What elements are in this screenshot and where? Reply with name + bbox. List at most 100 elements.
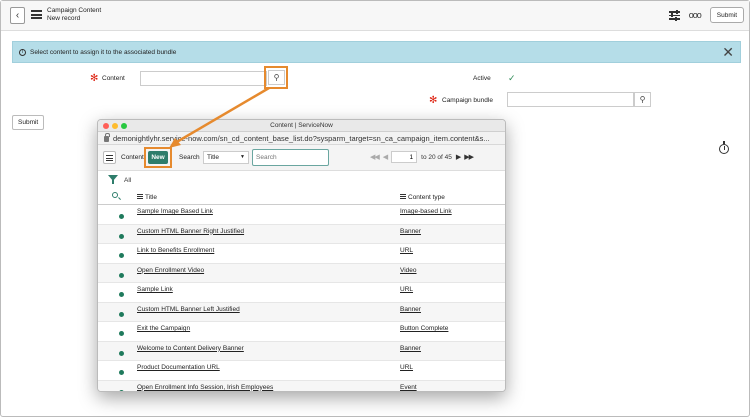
window-title: Content | ServiceNow xyxy=(270,122,333,129)
hamburger-icon[interactable] xyxy=(31,10,42,19)
lookup-highlight xyxy=(264,66,288,89)
row-content-type-link[interactable]: Video xyxy=(400,267,417,274)
back-button[interactable]: ‹ xyxy=(10,7,25,24)
campaign-bundle-lookup-button[interactable]: ⚲ xyxy=(634,92,651,107)
first-page-icon[interactable]: ◀◀ xyxy=(370,153,380,161)
row-title-link[interactable]: Link to Benefits Enrollment xyxy=(137,247,214,254)
list-title: Content xyxy=(121,154,144,161)
column-header-content-type-label: Content type xyxy=(408,194,445,201)
row-title-link[interactable]: Open Enrollment Video xyxy=(137,267,204,274)
column-menu-icon[interactable] xyxy=(137,194,143,200)
table-row[interactable]: Welcome to Content Delivery Banner Banner xyxy=(98,341,505,361)
row-title-link[interactable]: Open Enrollment Info Session, Irish Empl… xyxy=(137,384,273,391)
row-content-type-link[interactable]: Button Complete xyxy=(400,325,448,332)
info-icon: i xyxy=(19,48,26,56)
table-row[interactable]: Link to Benefits Enrollment URL xyxy=(98,244,505,264)
lock-icon xyxy=(104,133,110,142)
row-title-link[interactable]: Sample Image Based Link xyxy=(137,208,213,215)
filter-breadcrumb: All xyxy=(98,171,505,189)
row-content-type-link[interactable]: Banner xyxy=(400,345,421,352)
table-row[interactable]: Open Enrollment Info Session, Irish Empl… xyxy=(98,380,505,391)
status-dot-icon xyxy=(119,370,124,375)
sliders-icon[interactable] xyxy=(668,10,680,21)
chevron-left-icon: ‹ xyxy=(15,10,20,21)
active-checkbox[interactable]: ✓ xyxy=(508,73,516,84)
row-content-type-link[interactable]: Image-based Link xyxy=(400,208,452,215)
timer-icon[interactable] xyxy=(719,141,729,154)
table-row[interactable]: Product Documentation URL URL xyxy=(98,361,505,381)
table-row[interactable]: Custom HTML Banner Left Justified Banner xyxy=(98,302,505,322)
table-row[interactable]: Exit the Campaign Button Complete xyxy=(98,322,505,342)
content-required-icon: ✻ xyxy=(90,73,99,84)
status-dot-icon xyxy=(119,331,124,336)
header-actions: ooo Submit xyxy=(668,7,744,23)
campaign-bundle-required-icon: ✻ xyxy=(429,95,438,106)
campaign-bundle-input[interactable] xyxy=(507,92,634,107)
submit-button[interactable]: Submit xyxy=(12,115,45,130)
status-dot-icon xyxy=(119,350,124,356)
status-dot-icon xyxy=(119,214,124,219)
row-title-link[interactable]: Exit the Campaign xyxy=(137,325,190,332)
more-options-icon[interactable]: ooo xyxy=(689,10,702,20)
row-content-type-link[interactable]: Event xyxy=(400,384,417,391)
content-label: Content xyxy=(102,75,125,82)
filter-all-link[interactable]: All xyxy=(124,177,131,184)
last-page-icon[interactable]: ▶▶ xyxy=(464,153,474,161)
list-menu-icon[interactable] xyxy=(103,151,116,164)
row-title-link[interactable]: Custom HTML Banner Left Justified xyxy=(137,306,240,313)
content-input[interactable] xyxy=(140,71,267,86)
page-title-sub: New record xyxy=(47,15,81,22)
column-header-content-type[interactable]: Content type xyxy=(400,194,445,201)
app-frame: ‹ Campaign Content New record ooo Submit… xyxy=(0,0,750,417)
table-row[interactable]: Custom HTML Banner Right Justified Banner xyxy=(98,224,505,244)
row-title-link[interactable]: Welcome to Content Delivery Banner xyxy=(137,345,244,352)
campaign-bundle-label: Campaign bundle xyxy=(442,97,493,104)
funnel-icon[interactable] xyxy=(108,175,118,184)
page-number-input[interactable] xyxy=(391,151,418,163)
row-content-type-link[interactable]: URL xyxy=(400,247,413,254)
table-row[interactable]: Open Enrollment Video Video xyxy=(98,263,505,283)
status-dot-icon xyxy=(119,389,124,391)
next-page-icon[interactable]: ▶ xyxy=(456,153,461,161)
row-title-link[interactable]: Custom HTML Banner Right Justified xyxy=(137,228,244,235)
column-header-row: Title Content type xyxy=(98,189,505,205)
info-banner-text: Select content to assign it to the assoc… xyxy=(30,48,177,56)
search-field-select[interactable]: Title ▼ xyxy=(203,151,249,164)
url-text: demonightlyhr.service-now.com/sn_cd_cont… xyxy=(113,133,490,143)
status-dot-icon xyxy=(119,311,124,317)
row-title-link[interactable]: Product Documentation URL xyxy=(137,364,220,371)
url-bar[interactable]: demonightlyhr.service-now.com/sn_cd_cont… xyxy=(98,132,505,145)
chevron-down-icon: ▼ xyxy=(240,154,245,160)
page-title-main: Campaign Content xyxy=(47,7,102,14)
content-list: Sample Image Based Link Image-based Link … xyxy=(98,205,505,391)
status-dot-icon xyxy=(119,253,124,258)
table-row[interactable]: Sample Image Based Link Image-based Link xyxy=(98,205,505,225)
row-content-type-link[interactable]: Banner xyxy=(400,228,421,235)
window-titlebar: Content | ServiceNow xyxy=(98,120,505,132)
page-range-text: to 20 of 45 xyxy=(421,153,452,161)
record-header: ‹ Campaign Content New record ooo Submit xyxy=(1,1,749,31)
list-toolbar: Content New Search Title ▼ ◀◀ ◀ to 20 of… xyxy=(98,145,505,171)
header-submit-button[interactable]: Submit xyxy=(709,7,744,23)
column-menu-icon[interactable] xyxy=(400,194,406,200)
search-icon[interactable] xyxy=(112,192,118,198)
new-button[interactable]: New xyxy=(148,151,168,164)
status-dot-icon xyxy=(119,272,124,278)
search-label: Search xyxy=(179,154,200,161)
table-row[interactable]: Sample Link URL xyxy=(98,283,505,303)
status-dot-icon xyxy=(119,233,124,239)
row-title-link[interactable]: Sample Link xyxy=(137,286,173,293)
prev-page-icon[interactable]: ◀ xyxy=(383,153,388,161)
active-label: Active xyxy=(473,75,491,82)
search-field-value: Title xyxy=(207,154,220,161)
column-header-title[interactable]: Title xyxy=(137,194,157,201)
list-search-input[interactable] xyxy=(252,149,329,166)
row-content-type-link[interactable]: URL xyxy=(400,286,413,293)
row-content-type-link[interactable]: URL xyxy=(400,364,413,371)
row-content-type-link[interactable]: Banner xyxy=(400,306,421,313)
pagination: ◀◀ ◀ to 20 of 45 ▶ ▶▶ xyxy=(370,151,474,163)
page-title: Campaign Content New record xyxy=(47,7,101,23)
content-lookup-window: Content | ServiceNow demonightlyhr.servi… xyxy=(97,119,506,392)
close-icon[interactable]: ✕ xyxy=(722,44,734,60)
info-banner: i Select content to assign it to the ass… xyxy=(12,41,741,63)
